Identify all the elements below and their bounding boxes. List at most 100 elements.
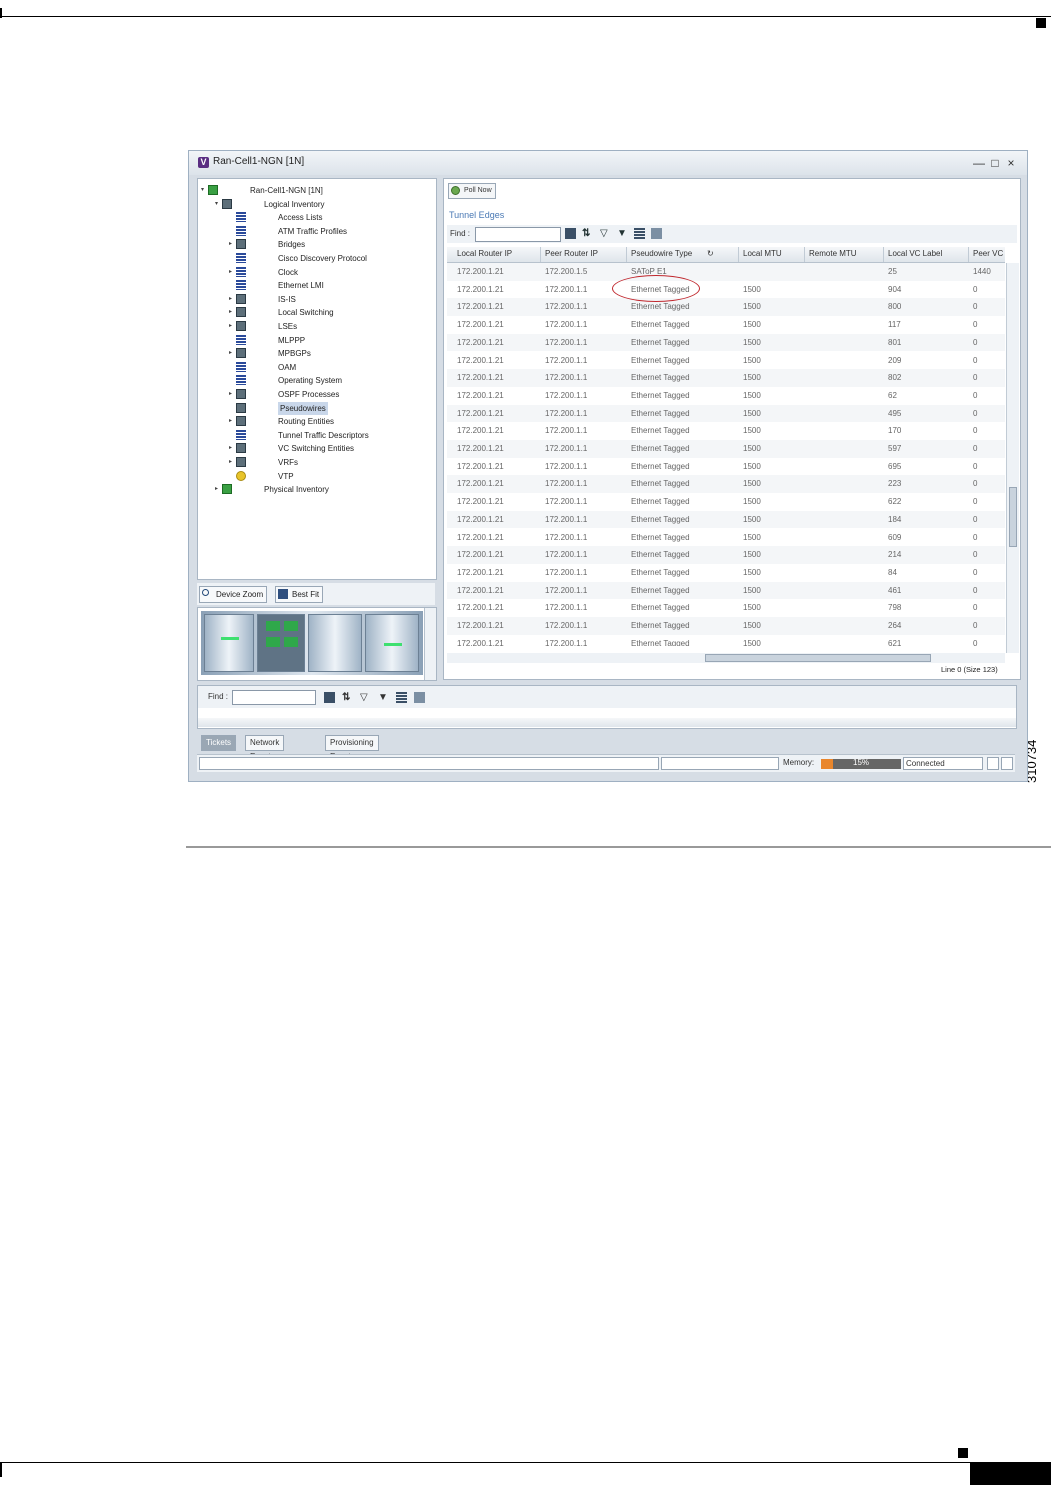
sort-icon[interactable]: ⇅: [582, 228, 593, 239]
table-row[interactable]: 172.200.1.21 172.200.1.1 Ethernet Tagged 15…: [447, 298, 1005, 317]
tree-item[interactable]: ▸ VRFs: [198, 456, 434, 469]
column-header[interactable]: Remote MTU: [809, 249, 857, 258]
column-header[interactable]: Peer VC: [973, 249, 1003, 258]
minimize-button[interactable]: —: [973, 156, 985, 170]
collapse-icon[interactable]: ▾: [201, 184, 207, 197]
device-zoom-button[interactable]: Device Zoom: [199, 586, 268, 603]
scrollbar-thumb[interactable]: [1009, 487, 1017, 547]
filter-icon[interactable]: ▽: [600, 228, 611, 239]
events-advanced-filter-icon[interactable]: ▼: [378, 692, 389, 703]
column-divider[interactable]: [883, 247, 884, 262]
advanced-filter-icon[interactable]: ▼: [617, 228, 628, 239]
scrollbar-thumb[interactable]: [705, 654, 931, 662]
events-filter-icon[interactable]: ▽: [360, 692, 371, 703]
expand-icon[interactable]: ▸: [229, 306, 235, 319]
table-row[interactable]: 172.200.1.21 172.200.1.1 Ethernet Tagged 15…: [447, 422, 1005, 440]
tree-item[interactable]: ▸ LSEs: [198, 320, 434, 333]
tree-item[interactable]: ATM Traffic Profiles: [198, 225, 434, 238]
column-divider[interactable]: [738, 247, 739, 262]
tab-network-events[interactable]: Network Events: [245, 735, 285, 761]
expand-icon[interactable]: ▸: [229, 320, 235, 333]
column-divider[interactable]: [804, 247, 805, 262]
tree-item[interactable]: ▾ Ran-Cell1-NGN [1N]: [198, 184, 434, 197]
tree-item[interactable]: ▸ MPBGPs: [198, 347, 434, 360]
expand-icon[interactable]: ▸: [229, 456, 235, 469]
column-header[interactable]: Local Router IP: [457, 249, 512, 258]
tree-item[interactable]: VTP: [198, 470, 434, 483]
table-vertical-scrollbar[interactable]: [1006, 263, 1019, 653]
find-input[interactable]: [475, 227, 561, 242]
events-print-icon[interactable]: [414, 692, 425, 703]
poll-now-button[interactable]: Poll Now: [448, 183, 496, 199]
print-icon[interactable]: [651, 228, 662, 239]
expand-icon[interactable]: ▸: [229, 347, 235, 360]
expand-icon[interactable]: ▸: [229, 388, 235, 401]
table-row[interactable]: 172.200.1.21 172.200.1.1 Ethernet Tagged 15…: [447, 333, 1005, 352]
expand-icon[interactable]: ▸: [229, 442, 235, 455]
tree-item[interactable]: ▸ Bridges: [198, 238, 434, 251]
column-divider[interactable]: [968, 247, 969, 262]
column-header[interactable]: Peer Router IP: [545, 249, 598, 258]
expand-icon[interactable]: ▸: [229, 238, 235, 251]
tree-item[interactable]: ▸ Clock: [198, 266, 434, 279]
column-divider[interactable]: [540, 247, 541, 262]
collapse-icon[interactable]: ▾: [215, 198, 221, 211]
maximize-button[interactable]: □: [989, 156, 1001, 170]
column-header[interactable]: Pseudowire Type: [631, 249, 692, 258]
expand-icon[interactable]: ▸: [229, 293, 235, 306]
column-header[interactable]: Local VC Label: [888, 249, 942, 258]
table-row[interactable]: 172.200.1.21 172.200.1.1 Ethernet Tagged 15…: [447, 493, 1005, 511]
table-row[interactable]: 172.200.1.21 172.200.1.1 Ethernet Tagged 15…: [447, 351, 1005, 370]
table-settings-icon[interactable]: [565, 228, 576, 239]
table-row[interactable]: 172.200.1.21 172.200.1.1 Ethernet Tagged 15…: [447, 404, 1005, 423]
table-horizontal-scrollbar[interactable]: [447, 653, 1005, 663]
tree-item[interactable]: ▸ Routing Entities: [198, 415, 434, 428]
table-row[interactable]: 172.200.1.21 172.200.1.1 Ethernet Tagged 15…: [447, 316, 1005, 334]
table-row[interactable]: 172.200.1.21 172.200.1.1 Ethernet Tagged 15…: [447, 510, 1005, 529]
events-settings-icon[interactable]: [324, 692, 335, 703]
device-view-scrollbar[interactable]: [424, 608, 436, 680]
events-export-icon[interactable]: [396, 692, 407, 703]
best-fit-button[interactable]: Best Fit: [275, 586, 324, 603]
table-row[interactable]: 172.200.1.21 172.200.1.5 SAToP E1 25 1440: [447, 263, 1005, 281]
tree-item[interactable]: OAM: [198, 361, 434, 374]
tab-provisioning-events[interactable]: Provisioning Events: [325, 735, 379, 761]
tree-item[interactable]: ▸ Local Switching: [198, 306, 434, 319]
tree-item[interactable]: ▾ Logical Inventory: [198, 198, 434, 211]
tree-item[interactable]: ▸ OSPF Processes: [198, 388, 434, 401]
tree-item[interactable]: Access Lists: [198, 211, 434, 224]
tree-item[interactable]: Pseudowires: [198, 401, 434, 415]
table-row[interactable]: 172.200.1.21 172.200.1.1 Ethernet Tagged 15…: [447, 546, 1005, 564]
tree-item[interactable]: Operating System: [198, 374, 434, 387]
tree-item[interactable]: MLPPP: [198, 334, 434, 347]
expand-icon[interactable]: ▸: [229, 266, 235, 279]
table-row[interactable]: 172.200.1.21 172.200.1.1 Ethernet Tagged 15…: [447, 581, 1005, 600]
table-row[interactable]: 172.200.1.21 172.200.1.1 Ethernet Tagged 15…: [447, 617, 1005, 635]
events-find-input[interactable]: [232, 690, 316, 705]
expand-icon[interactable]: ▸: [229, 415, 235, 428]
tree-item[interactable]: Cisco Discovery Protocol: [198, 252, 434, 265]
table-row[interactable]: 172.200.1.21 172.200.1.1 Ethernet Tagged 15…: [447, 599, 1005, 617]
device-view[interactable]: [197, 607, 437, 681]
events-sort-icon[interactable]: ⇅: [342, 692, 353, 703]
table-row[interactable]: 172.200.1.21 172.200.1.1 Ethernet Tagged 15…: [447, 440, 1005, 458]
table-row[interactable]: 172.200.1.21 172.200.1.1 Ethernet Tagged 15…: [447, 634, 1005, 646]
export-icon[interactable]: [634, 228, 645, 239]
table-row[interactable]: 172.200.1.21 172.200.1.1 Ethernet Tagged 15…: [447, 528, 1005, 547]
table-row[interactable]: 172.200.1.21 172.200.1.1 Ethernet Tagged 15…: [447, 475, 1005, 494]
tree-item[interactable]: ▸ IS-IS: [198, 293, 434, 306]
table-row[interactable]: 172.200.1.21 172.200.1.1 Ethernet Tagged 15…: [447, 386, 1005, 405]
tree-item[interactable]: Ethernet LMI: [198, 279, 434, 292]
tree-item[interactable]: Tunnel Traffic Descriptors: [198, 429, 434, 442]
tree-item[interactable]: ▸ VC Switching Entities: [198, 442, 434, 455]
table-row[interactable]: 172.200.1.21 172.200.1.1 Ethernet Tagged 15…: [447, 369, 1005, 387]
close-button[interactable]: ×: [1005, 156, 1017, 170]
tab-tickets[interactable]: Tickets: [201, 735, 237, 751]
tree-item[interactable]: ▸ Physical Inventory: [198, 483, 434, 496]
expand-icon[interactable]: ▸: [215, 483, 221, 496]
column-header[interactable]: Local MTU: [743, 249, 782, 258]
table-row[interactable]: 172.200.1.21 172.200.1.1 Ethernet Tagged 15…: [447, 280, 1005, 299]
table-row[interactable]: 172.200.1.21 172.200.1.1 Ethernet Tagged 15…: [447, 457, 1005, 476]
column-divider[interactable]: [626, 247, 627, 262]
table-row[interactable]: 172.200.1.21 172.200.1.1 Ethernet Tagged 15…: [447, 563, 1005, 582]
